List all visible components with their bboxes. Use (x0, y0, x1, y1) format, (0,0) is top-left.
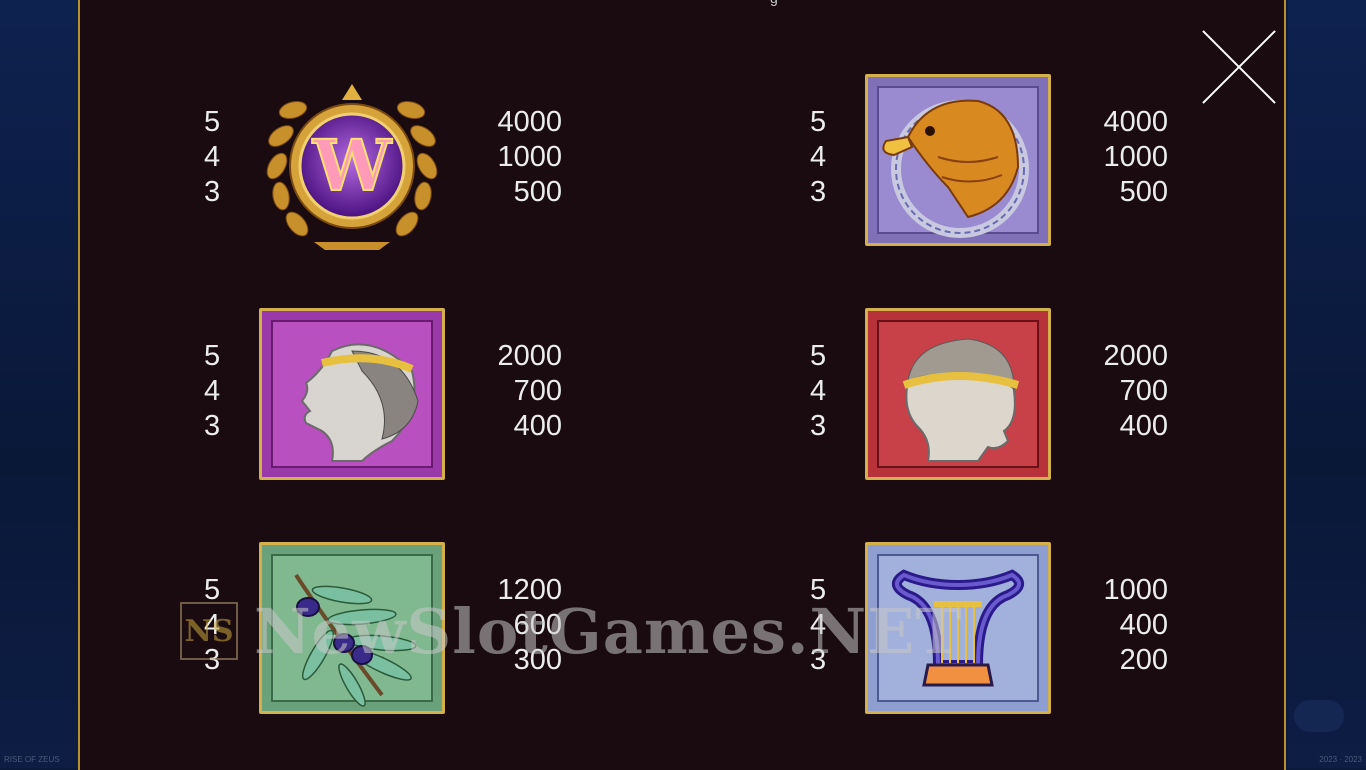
background-footer-left: RISE OF ZEUS (4, 755, 60, 764)
page-title-fragment: g (770, 0, 778, 6)
symbol-counts: 5 4 3 (810, 573, 840, 678)
symbol-payouts: 4000 1000 500 (442, 105, 562, 210)
symbol-counts: 5 4 3 (204, 339, 234, 444)
paytable-entry-wild: 5 4 3 W 4000 1000 500 (204, 84, 624, 288)
payout-value: 400 (513, 410, 562, 442)
payout-value: 2000 (1103, 340, 1168, 372)
symbol-payouts: 2000 700 400 (442, 339, 562, 444)
count: 4 (204, 375, 221, 407)
count: 5 (204, 340, 221, 372)
symbol-payouts: 4000 1000 500 (1048, 105, 1168, 210)
count: 5 (204, 574, 221, 606)
payout-value: 200 (1119, 644, 1168, 676)
background-button (1294, 700, 1344, 732)
count: 3 (204, 644, 221, 676)
count: 3 (204, 176, 221, 208)
olive-branch-icon (259, 542, 445, 714)
lyre-icon (865, 542, 1051, 714)
payout-value: 500 (513, 176, 562, 208)
payout-value: 1000 (1103, 574, 1168, 606)
symbol-counts: 5 4 3 (204, 105, 234, 210)
paytable-entry-eagle: 5 4 3 4000 1000 500 (810, 74, 1230, 288)
payout-value: 1200 (497, 574, 562, 606)
count: 5 (810, 106, 827, 138)
paytable-entry-olive: 5 4 3 1200 600 300 (204, 542, 624, 756)
payout-value: 4000 (497, 106, 562, 138)
payout-value: 4000 (1103, 106, 1168, 138)
payout-value: 600 (513, 609, 562, 641)
svg-text:W: W (312, 124, 393, 207)
background-right (1288, 0, 1366, 768)
count: 5 (204, 106, 221, 138)
payout-value: 1000 (497, 141, 562, 173)
count: 3 (810, 410, 827, 442)
man-profile-icon (865, 308, 1051, 480)
symbol-payouts: 2000 700 400 (1048, 339, 1168, 444)
count: 5 (810, 574, 827, 606)
count: 4 (204, 141, 221, 173)
symbol-payouts: 1200 600 300 (442, 573, 562, 678)
payout-value: 400 (1119, 410, 1168, 442)
background-footer-right: 2023 · 2023 (1319, 755, 1362, 764)
count: 4 (810, 375, 827, 407)
symbol-counts: 5 4 3 (810, 105, 840, 210)
symbol-counts: 5 4 3 (810, 339, 840, 444)
woman-profile-icon (259, 308, 445, 480)
background-left (0, 0, 78, 768)
payout-value: 2000 (497, 340, 562, 372)
symbol-counts: 5 4 3 (204, 573, 234, 678)
payout-value: 300 (513, 644, 562, 676)
paytable-entry-man-head: 5 4 3 2000 700 400 (810, 308, 1230, 522)
eagle-icon (865, 74, 1051, 246)
symbol-payouts: 1000 400 200 (1048, 573, 1168, 678)
paytable-entry-woman-head: 5 4 3 2000 700 400 (204, 308, 624, 522)
payout-value: 400 (1119, 609, 1168, 641)
paytable-entry-lyre: 5 4 3 1000 400 200 (810, 542, 1230, 756)
count: 3 (810, 644, 827, 676)
count: 4 (810, 141, 827, 173)
payout-value: 1000 (1103, 141, 1168, 173)
payout-value: 500 (1119, 176, 1168, 208)
count: 3 (204, 410, 221, 442)
close-icon[interactable] (1202, 30, 1276, 104)
count: 4 (204, 609, 221, 641)
payout-value: 700 (1119, 375, 1168, 407)
count: 4 (810, 609, 827, 641)
wild-w-laurel-icon: W (259, 74, 445, 250)
count: 3 (810, 176, 827, 208)
count: 5 (810, 340, 827, 372)
payout-value: 700 (513, 375, 562, 407)
